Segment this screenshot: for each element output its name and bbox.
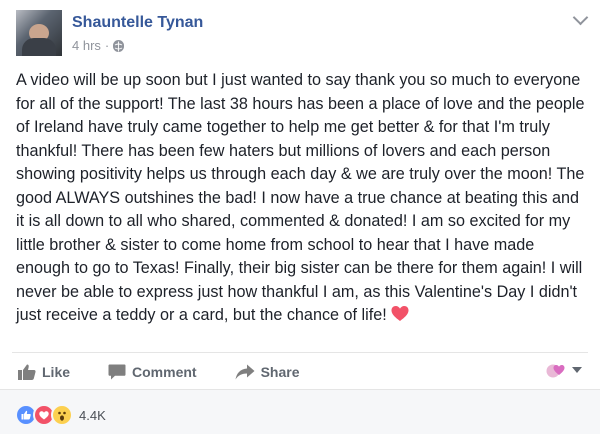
facebook-post-card: Shauntelle Tynan 4 hrs · A video will be…	[0, 0, 600, 434]
comment-icon	[108, 364, 126, 380]
comment-label: Comment	[132, 364, 197, 380]
wow-reaction-icon	[51, 404, 73, 426]
post-body: A video will be up soon but I just wante…	[16, 69, 588, 328]
post-timestamp[interactable]: 4 hrs	[72, 38, 101, 53]
like-button[interactable]: Like	[18, 364, 70, 380]
share-arrow-icon	[235, 364, 255, 380]
footer-divider	[0, 389, 600, 390]
reaction-summary[interactable]: 4.4K	[15, 404, 106, 426]
chevron-down-icon	[572, 367, 582, 373]
post-time-row: 4 hrs ·	[72, 38, 203, 53]
action-bar: Like Comment Share	[18, 360, 338, 384]
post-header: Shauntelle Tynan 4 hrs ·	[16, 10, 203, 58]
globe-icon[interactable]	[113, 40, 125, 52]
separator-dot: ·	[104, 38, 110, 53]
share-button[interactable]: Share	[235, 364, 300, 380]
like-label: Like	[42, 364, 71, 380]
post-text: A video will be up soon but I just wante…	[16, 71, 585, 324]
divider	[12, 352, 588, 353]
reaction-heart-icon	[546, 364, 565, 378]
avatar[interactable]	[16, 10, 62, 56]
post-meta: Shauntelle Tynan 4 hrs ·	[72, 14, 203, 58]
chevron-down-icon[interactable]	[572, 9, 589, 26]
reaction-count: 4.4K	[79, 407, 106, 423]
heart-emoji-icon	[391, 305, 409, 323]
share-label: Share	[260, 364, 300, 380]
thumbs-up-icon	[18, 364, 36, 380]
comment-button[interactable]: Comment	[108, 364, 197, 380]
author-name[interactable]: Shauntelle Tynan	[72, 14, 203, 32]
reaction-selector[interactable]	[546, 361, 582, 379]
